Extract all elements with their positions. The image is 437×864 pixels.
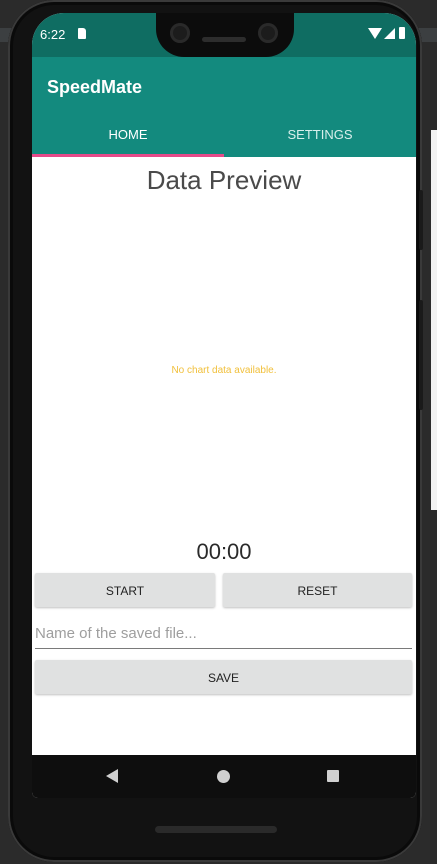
save-button[interactable]: SAVE <box>35 660 412 694</box>
navigation-bar <box>32 755 416 798</box>
wifi-icon <box>368 28 382 39</box>
empty-chart-message: No chart data available. <box>171 365 277 376</box>
back-icon[interactable] <box>106 769 118 783</box>
tab-settings[interactable]: SETTINGS <box>224 113 416 157</box>
front-camera-icon <box>170 23 190 43</box>
status-bar: 6:22 <box>32 13 416 57</box>
app-title: SpeedMate <box>47 77 143 97</box>
device-screen: 6:22 SpeedMate HOME SETTINGS Data Previe… <box>32 13 416 798</box>
tab-indicator <box>32 154 224 157</box>
home-icon[interactable] <box>217 770 230 783</box>
start-button[interactable]: START <box>35 573 215 607</box>
volume-button <box>419 190 423 250</box>
filename-field-wrapper <box>35 620 412 649</box>
earpiece-speaker <box>202 37 246 42</box>
tab-home[interactable]: HOME <box>32 113 224 157</box>
front-sensor-icon <box>258 23 278 43</box>
filename-input[interactable] <box>35 620 412 646</box>
reset-button[interactable]: RESET <box>223 573 412 607</box>
cell-signal-icon <box>384 28 395 39</box>
battery-icon <box>399 27 405 39</box>
recents-icon[interactable] <box>327 770 339 782</box>
page-title: Data Preview <box>146 165 302 195</box>
chart-area[interactable]: No chart data available. <box>32 203 416 533</box>
app-bar: SpeedMate HOME SETTINGS <box>32 57 416 157</box>
camera-notch <box>156 13 294 57</box>
phone-frame: 6:22 SpeedMate HOME SETTINGS Data Previe… <box>8 0 423 862</box>
timer-display: 00:00 <box>196 539 252 564</box>
status-time: 6:22 <box>40 27 66 42</box>
bottom-speaker <box>155 826 277 833</box>
power-button <box>419 300 423 410</box>
ide-side-panel <box>431 130 437 510</box>
sd-card-icon <box>78 28 86 39</box>
